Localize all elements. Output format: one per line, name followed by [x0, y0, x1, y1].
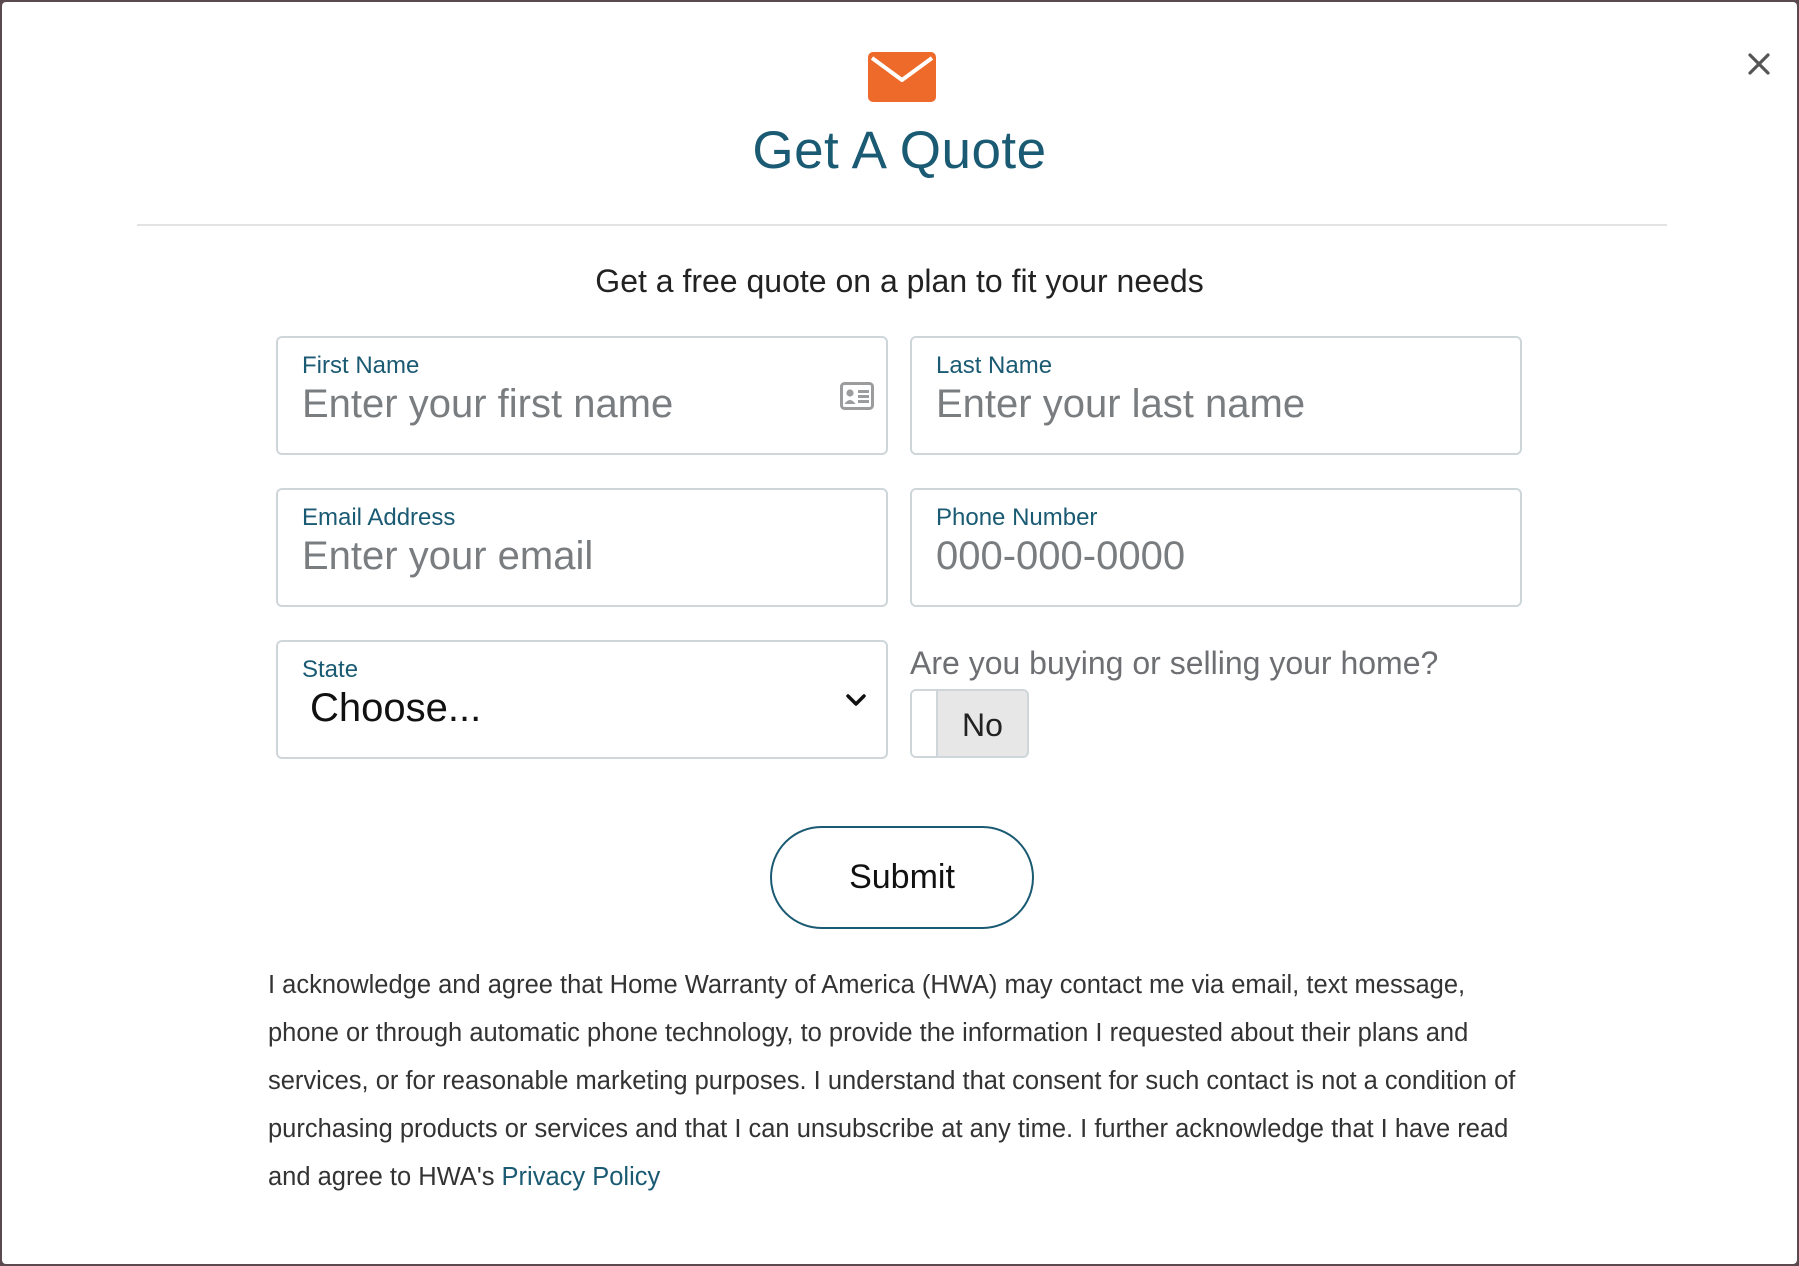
last-name-input[interactable] — [936, 382, 1476, 427]
contact-card-icon[interactable] — [840, 382, 874, 410]
first-name-input[interactable] — [302, 382, 842, 427]
last-name-field[interactable]: Last Name — [910, 336, 1522, 455]
close-button[interactable] — [1737, 42, 1781, 86]
disclaimer-text: I acknowledge and agree that Home Warran… — [268, 971, 1516, 1191]
email-field[interactable]: Email Address — [276, 488, 888, 607]
modal-subtitle: Get a free quote on a plan to fit your n… — [595, 263, 1204, 299]
phone-input[interactable] — [936, 534, 1476, 579]
close-icon — [1748, 53, 1770, 75]
state-label: State — [302, 656, 359, 683]
state-select[interactable]: State Choose... — [276, 640, 888, 759]
quote-modal: Get A Quote Get a free quote on a plan t… — [2, 2, 1797, 1264]
header-divider — [137, 224, 1667, 226]
email-input[interactable] — [302, 534, 842, 579]
chevron-down-icon — [846, 694, 866, 706]
phone-label: Phone Number — [936, 504, 1098, 531]
toggle-value: No — [962, 707, 1003, 743]
buying-selling-question: Are you buying or selling your home? — [910, 645, 1439, 681]
state-selected-value: Choose... — [310, 686, 482, 730]
modal-title: Get A Quote — [752, 121, 1047, 180]
first-name-label: First Name — [302, 352, 420, 379]
consent-disclaimer: I acknowledge and agree that Home Warran… — [268, 961, 1538, 1201]
toggle-knob — [912, 691, 938, 756]
last-name-label: Last Name — [936, 352, 1053, 379]
submit-button[interactable]: Submit — [770, 826, 1034, 929]
privacy-policy-link[interactable]: Privacy Policy — [502, 1163, 661, 1191]
phone-field[interactable]: Phone Number — [910, 488, 1522, 607]
envelope-icon — [868, 52, 936, 102]
buying-selling-toggle[interactable]: No — [910, 689, 1029, 758]
first-name-field[interactable]: First Name — [276, 336, 888, 455]
email-label: Email Address — [302, 504, 456, 531]
